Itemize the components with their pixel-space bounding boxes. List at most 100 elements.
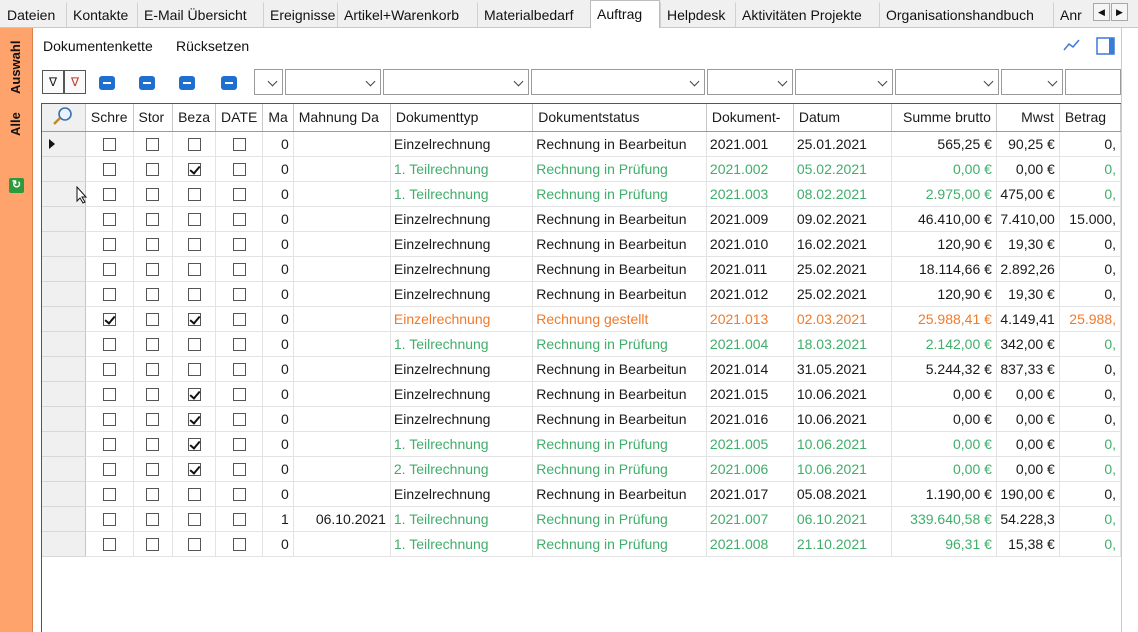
tab-dateien[interactable]: Dateien xyxy=(0,2,66,27)
vertical-scrollbar[interactable] xyxy=(1121,28,1138,632)
column-header-ma[interactable]: Ma xyxy=(262,104,294,132)
tab-aktivitäten-projekte[interactable]: Aktivitäten Projekte xyxy=(735,2,879,27)
schre-checkbox[interactable] xyxy=(102,463,116,477)
beza-checkbox[interactable] xyxy=(187,438,201,452)
date-checkbox[interactable] xyxy=(232,313,246,327)
stor-checkbox[interactable] xyxy=(146,288,160,302)
stor-checkbox[interactable] xyxy=(146,238,160,252)
side-tab-alle[interactable]: Alle xyxy=(6,110,28,142)
beza-checkbox[interactable] xyxy=(187,288,201,302)
date-checkbox[interactable] xyxy=(232,488,246,502)
date-checkbox[interactable] xyxy=(232,513,246,527)
beza-checkbox[interactable] xyxy=(187,538,201,552)
tab-anr[interactable]: Anr xyxy=(1053,2,1091,27)
schre-checkbox[interactable] xyxy=(102,263,116,277)
schre-checkbox[interactable] xyxy=(102,413,116,427)
row-header[interactable] xyxy=(42,156,86,182)
column-header-betrag[interactable]: Betrag xyxy=(1059,104,1121,132)
column-header-dokumentstatus[interactable]: Dokumentstatus xyxy=(532,104,707,132)
tab-materialbedarf[interactable]: Materialbedarf xyxy=(477,2,590,27)
table-row[interactable]: 0 2. Teilrechnung Rechnung in Prüfung 2021.… xyxy=(42,456,1121,482)
row-header[interactable] xyxy=(42,206,86,232)
schre-checkbox[interactable] xyxy=(102,338,116,352)
stor-checkbox[interactable] xyxy=(146,213,160,227)
date-checkbox[interactable] xyxy=(232,388,246,402)
date-checkbox[interactable] xyxy=(232,213,246,227)
tab-e-mail-übersicht[interactable]: E-Mail Übersicht xyxy=(137,2,263,27)
table-row[interactable]: 0 Einzelrechnung Rechnung in Bearbeitun 202… xyxy=(42,231,1121,257)
stor-checkbox[interactable] xyxy=(146,513,160,527)
schre-checkbox[interactable] xyxy=(102,538,116,552)
beza-checkbox[interactable] xyxy=(187,238,201,252)
filter-combo-datum[interactable] xyxy=(795,69,893,95)
row-header[interactable] xyxy=(42,306,86,332)
refresh-icon[interactable]: ↻ xyxy=(9,178,24,193)
table-row[interactable]: 0 Einzelrechnung Rechnung in Bearbeitun 202… xyxy=(42,281,1121,307)
date-checkbox[interactable] xyxy=(232,463,246,477)
side-tab-auswahl[interactable]: Auswahl xyxy=(6,38,28,100)
row-header[interactable] xyxy=(42,431,86,457)
column-header-dokument-nr[interactable]: Dokument- xyxy=(706,104,794,132)
beza-checkbox[interactable] xyxy=(187,213,201,227)
table-row[interactable]: 0 Einzelrechnung Rechnung in Bearbeitun 202… xyxy=(42,381,1121,407)
date-checkbox[interactable] xyxy=(232,338,246,352)
stor-checkbox[interactable] xyxy=(146,438,160,452)
tab-ereignisse[interactable]: Ereignisse xyxy=(263,2,337,27)
filter-toggle-beza[interactable] xyxy=(179,76,195,90)
column-header-mwst[interactable]: Mwst xyxy=(996,104,1060,132)
table-row[interactable]: 0 Einzelrechnung Rechnung in Bearbeitun 202… xyxy=(42,256,1121,282)
schre-checkbox[interactable] xyxy=(102,163,116,177)
date-checkbox[interactable] xyxy=(232,188,246,202)
tab-kontakte[interactable]: Kontakte xyxy=(66,2,137,27)
beza-checkbox[interactable] xyxy=(187,313,201,327)
column-header-beza[interactable]: Beza xyxy=(172,104,216,132)
row-header[interactable] xyxy=(42,131,86,157)
filter-toggle-schre[interactable] xyxy=(99,76,115,90)
table-row[interactable]: 0 1. Teilrechnung Rechnung in Prüfung 2021.… xyxy=(42,181,1121,207)
ruecksetzen-button[interactable]: Rücksetzen xyxy=(176,38,249,54)
table-row[interactable]: 1 06.10.2021 1. Teilrechnung Rechnung in Pr… xyxy=(42,506,1121,532)
schre-checkbox[interactable] xyxy=(102,388,116,402)
date-checkbox[interactable] xyxy=(232,363,246,377)
tab-scroll-right-button[interactable]: ▶ xyxy=(1111,3,1128,21)
column-header-dokumenttyp[interactable]: Dokumenttyp xyxy=(390,104,534,132)
date-checkbox[interactable] xyxy=(232,138,246,152)
stor-checkbox[interactable] xyxy=(146,338,160,352)
schre-checkbox[interactable] xyxy=(102,438,116,452)
date-checkbox[interactable] xyxy=(232,288,246,302)
table-row[interactable]: 0 Einzelrechnung Rechnung in Bearbeitun 202… xyxy=(42,406,1121,432)
row-header[interactable] xyxy=(42,406,86,432)
date-checkbox[interactable] xyxy=(232,163,246,177)
beza-checkbox[interactable] xyxy=(187,188,201,202)
schre-checkbox[interactable] xyxy=(102,188,116,202)
stor-checkbox[interactable] xyxy=(146,538,160,552)
table-row[interactable]: 0 1. Teilrechnung Rechnung in Prüfung 2021.… xyxy=(42,156,1121,182)
date-checkbox[interactable] xyxy=(232,438,246,452)
table-row[interactable]: 0 Einzelrechnung Rechnung in Bearbeitun 202… xyxy=(42,131,1121,157)
filter-combo-ma[interactable] xyxy=(254,69,283,95)
tab-scroll-left-button[interactable]: ◀ xyxy=(1093,3,1110,21)
row-header[interactable] xyxy=(42,231,86,257)
date-checkbox[interactable] xyxy=(232,238,246,252)
tab-auftrag[interactable]: Auftrag xyxy=(590,0,660,29)
table-row[interactable]: 0 Einzelrechnung Rechnung gestellt 2021.013… xyxy=(42,306,1121,332)
table-row[interactable]: 0 1. Teilrechnung Rechnung in Prüfung 2021.… xyxy=(42,331,1121,357)
clear-filter-icon[interactable]: ∇ xyxy=(64,70,86,94)
column-header-stor[interactable]: Stor xyxy=(133,104,174,132)
schre-checkbox[interactable] xyxy=(102,513,116,527)
beza-checkbox[interactable] xyxy=(187,138,201,152)
row-header[interactable] xyxy=(42,281,86,307)
stor-checkbox[interactable] xyxy=(146,263,160,277)
row-header[interactable] xyxy=(42,531,86,557)
stor-checkbox[interactable] xyxy=(146,163,160,177)
stor-checkbox[interactable] xyxy=(146,388,160,402)
stor-checkbox[interactable] xyxy=(146,463,160,477)
tab-helpdesk[interactable]: Helpdesk xyxy=(660,2,735,27)
dokumentenkette-button[interactable]: Dokumentenkette xyxy=(43,38,153,54)
stor-checkbox[interactable] xyxy=(146,138,160,152)
search-icon[interactable] xyxy=(42,104,86,132)
line-chart-icon[interactable] xyxy=(1063,37,1081,56)
beza-checkbox[interactable] xyxy=(187,488,201,502)
schre-checkbox[interactable] xyxy=(102,213,116,227)
column-header-summe-brutto[interactable]: Summe brutto xyxy=(891,104,997,132)
